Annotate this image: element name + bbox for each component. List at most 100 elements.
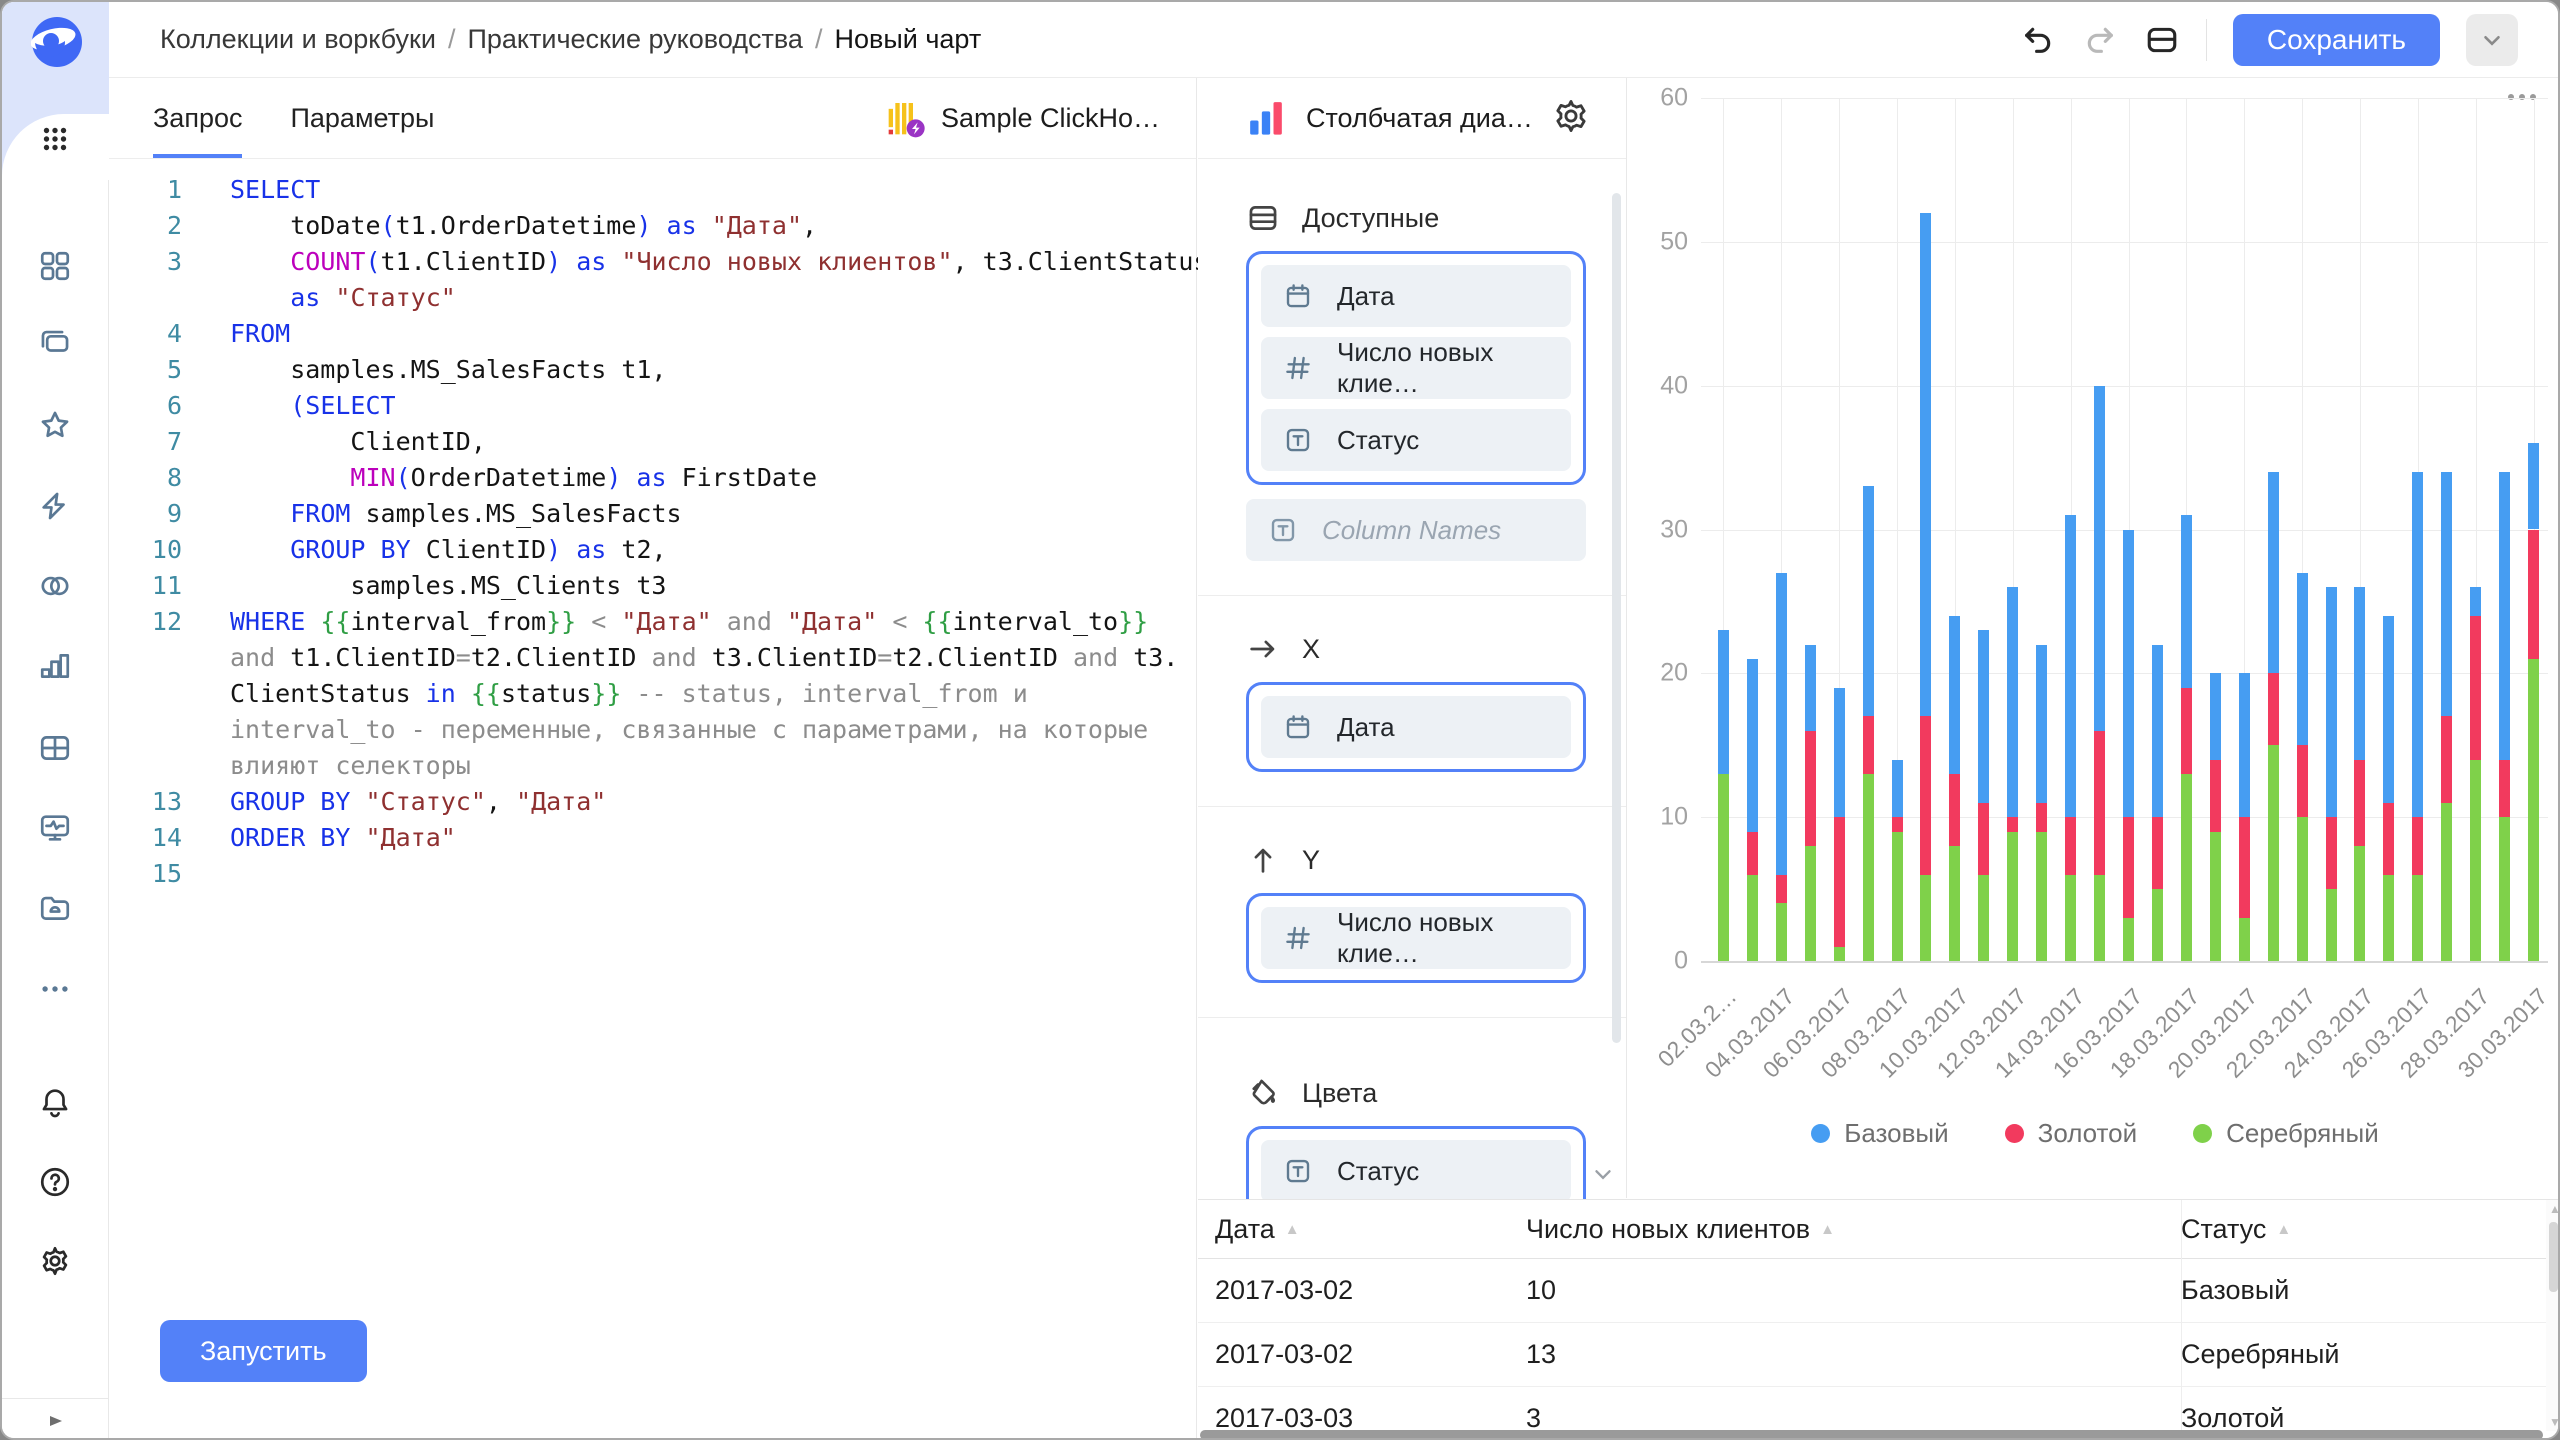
tabs: Запрос Параметры bbox=[153, 78, 482, 158]
notifications-bell-icon[interactable] bbox=[37, 1084, 73, 1120]
section-divider bbox=[1198, 595, 1626, 596]
bar-segment bbox=[2152, 817, 2163, 889]
field-label: Число новых клие… bbox=[1337, 907, 1549, 969]
legend-label: Базовый bbox=[1844, 1118, 1948, 1149]
legend-item-серебряный[interactable]: Серебряный bbox=[2193, 1118, 2379, 1149]
code-text bbox=[182, 856, 230, 892]
expand-arrow-icon bbox=[43, 1409, 67, 1433]
breadcrumb-link[interactable]: Коллекции и воркбуки bbox=[160, 24, 436, 55]
column-chart-type-icon[interactable] bbox=[1246, 98, 1286, 138]
legend-dot bbox=[2193, 1124, 2212, 1143]
field-sections: ДоступныеДатаЧисло новых клие…СтатусColu… bbox=[1198, 201, 1626, 1216]
column-header-label: Дата bbox=[1215, 1214, 1275, 1245]
field-drop-zone[interactable]: Дата bbox=[1246, 682, 1586, 772]
tab-запрос[interactable]: Запрос bbox=[153, 78, 242, 158]
config-scrollbar[interactable] bbox=[1612, 193, 1621, 1043]
section-header: X bbox=[1246, 632, 1586, 666]
bar-segment bbox=[1920, 716, 1931, 874]
bar-segment bbox=[1892, 760, 1903, 818]
bar-segment bbox=[2094, 731, 2105, 875]
table-column-divider bbox=[2181, 1200, 2182, 1440]
more-ellipsis-icon[interactable] bbox=[37, 971, 73, 1007]
line-number: 9 bbox=[109, 496, 182, 532]
field-chip-статус[interactable]: Статус bbox=[1261, 409, 1571, 471]
legend-item-базовый[interactable]: Базовый bbox=[1811, 1118, 1948, 1149]
field-chip-число новых клие…[interactable]: Число новых клие… bbox=[1261, 907, 1571, 969]
connection-selector[interactable]: Sample ClickHo… bbox=[887, 78, 1196, 158]
run-button[interactable]: Запустить bbox=[160, 1320, 367, 1382]
line-number: 2 bbox=[109, 208, 182, 244]
text-type-icon bbox=[1283, 425, 1313, 455]
objects-grid-icon[interactable] bbox=[37, 248, 73, 284]
undo-icon[interactable] bbox=[2020, 22, 2056, 58]
datalens-logo-icon[interactable] bbox=[31, 16, 83, 68]
bar-segment bbox=[1978, 803, 1989, 875]
bar-segment bbox=[2007, 817, 2018, 831]
field-drop-zone[interactable]: Число новых клие… bbox=[1246, 893, 1586, 983]
line-number: 15 bbox=[109, 856, 182, 892]
bar-segment bbox=[1834, 947, 1845, 961]
bar-segment bbox=[1978, 630, 1989, 803]
bar-segment bbox=[1920, 213, 1931, 716]
chart-settings-gear-icon[interactable] bbox=[1552, 97, 1590, 140]
bar-segment bbox=[2094, 875, 2105, 961]
save-button[interactable]: Сохранить bbox=[2233, 14, 2440, 66]
code-line: and t1.ClientID=t2.ClientID and t3.Clien… bbox=[109, 640, 1196, 676]
sql-code-editor[interactable]: 1SELECT2 toDate(t1.OrderDatetime) as "Да… bbox=[109, 159, 1196, 892]
bar-segment bbox=[1920, 875, 1931, 961]
bar-segment bbox=[2383, 803, 2394, 875]
bar-segment bbox=[2326, 889, 2337, 961]
code-text: SELECT bbox=[182, 172, 320, 208]
save-options-chevron-button[interactable] bbox=[2466, 14, 2518, 66]
field-chip-placeholder[interactable]: Column Names bbox=[1246, 499, 1586, 561]
table-vertical-scrollbar[interactable]: ▲ ▼ bbox=[2546, 1200, 2560, 1431]
breadcrumb-link[interactable]: Практические руководства bbox=[467, 24, 802, 55]
field-drop-zone[interactable]: Дата Число новых клие… Статус bbox=[1246, 251, 1586, 485]
settings-gear-icon[interactable] bbox=[37, 1243, 73, 1279]
y-axis-tick-label: 40 bbox=[1636, 371, 1688, 400]
charts-bar-icon[interactable] bbox=[37, 648, 73, 684]
connections-lightning-icon[interactable] bbox=[37, 488, 73, 524]
field-chip-дата[interactable]: Дата bbox=[1261, 265, 1571, 327]
bar-segment bbox=[2007, 587, 2018, 817]
bar-segment bbox=[2268, 673, 2279, 745]
field-chip-статус[interactable]: Статус bbox=[1261, 1140, 1571, 1202]
datasets-venn-icon[interactable] bbox=[37, 568, 73, 604]
collections-icon[interactable] bbox=[37, 324, 73, 360]
apps-grid-icon[interactable] bbox=[37, 121, 73, 157]
scroll-up-icon: ▲ bbox=[2549, 1202, 2560, 1216]
column-header-sort[interactable]: Дата ▲ bbox=[1198, 1214, 1526, 1245]
code-text: interval_to - переменные, связанные с па… bbox=[182, 712, 1148, 748]
sort-ascending-icon: ▲ bbox=[1285, 1221, 1300, 1238]
header-actions: Сохранить bbox=[2020, 14, 2560, 66]
legend-dot bbox=[1811, 1124, 1830, 1143]
dashboards-table-icon[interactable] bbox=[37, 730, 73, 766]
redo-icon[interactable] bbox=[2082, 22, 2118, 58]
favorites-star-icon[interactable] bbox=[37, 407, 73, 443]
bar-segment bbox=[2528, 443, 2539, 529]
column-header-sort[interactable]: Число новых клиентов▲ bbox=[1526, 1214, 2181, 1245]
bar-segment bbox=[1776, 875, 1787, 904]
panel-layout-icon[interactable] bbox=[2144, 22, 2180, 58]
help-icon[interactable] bbox=[37, 1164, 73, 1200]
table-horizontal-scrollbar[interactable] bbox=[1200, 1430, 2543, 1440]
line-number: 3 bbox=[109, 244, 182, 280]
storage-folder-icon[interactable] bbox=[37, 890, 73, 926]
arrow-right-icon bbox=[1246, 632, 1280, 666]
bar-segment bbox=[1892, 817, 1903, 831]
field-chip-число новых клие…[interactable]: Число новых клие… bbox=[1261, 337, 1571, 399]
monitoring-icon[interactable] bbox=[37, 810, 73, 846]
code-line: 10 GROUP BY ClientID) as t2, bbox=[109, 532, 1196, 568]
legend-item-золотой[interactable]: Золотой bbox=[2005, 1118, 2138, 1149]
bar-segment bbox=[2354, 760, 2365, 846]
line-number bbox=[109, 280, 182, 316]
sidebar-collapse-toggle[interactable] bbox=[2, 1398, 108, 1440]
tab-параметры[interactable]: Параметры bbox=[290, 78, 434, 158]
config-scroll-down-chevron-icon[interactable] bbox=[1590, 1161, 1616, 1192]
chart-type-label[interactable]: Столбчатая диа… bbox=[1306, 103, 1533, 134]
bar-segment bbox=[2152, 645, 2163, 818]
field-chip-дата[interactable]: Дата bbox=[1261, 696, 1571, 758]
bar-segment bbox=[2383, 875, 2394, 961]
field-label: Статус bbox=[1337, 1156, 1419, 1187]
column-header-sort[interactable]: Статус▲ bbox=[2181, 1214, 2291, 1245]
